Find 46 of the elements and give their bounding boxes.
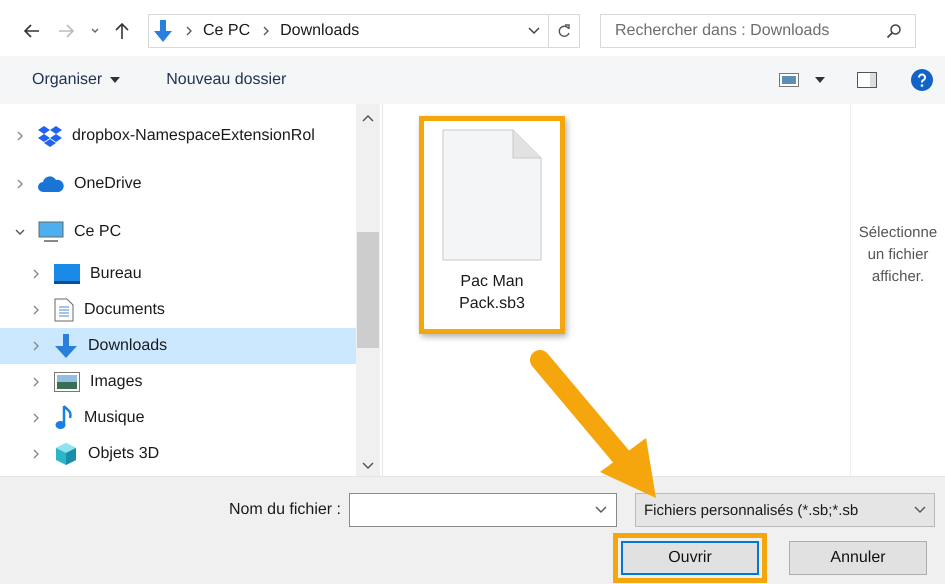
address-bar[interactable]: Ce PC Downloads xyxy=(148,14,580,48)
file-name-label: Nom du fichier : xyxy=(228,501,341,519)
download-arrow-icon xyxy=(54,333,78,359)
new-folder-button[interactable]: Nouveau dossier xyxy=(166,71,286,89)
chevron-down-icon xyxy=(914,506,926,514)
picture-icon xyxy=(54,372,80,392)
cube-icon xyxy=(54,442,78,466)
blank-file-icon xyxy=(442,129,542,261)
chevron-right-icon xyxy=(185,26,193,36)
preview-message: Sélectionne un fichier afficher. xyxy=(858,223,938,287)
scroll-up-icon[interactable] xyxy=(362,114,374,122)
breadcrumb[interactable]: Downloads xyxy=(280,22,360,40)
cloud-icon xyxy=(38,176,64,192)
computer-icon xyxy=(38,221,64,243)
tree-item[interactable]: Objets 3D xyxy=(0,436,356,472)
tree-item[interactable]: Bureau xyxy=(0,256,356,292)
scrollbar-thumb[interactable] xyxy=(357,232,379,348)
breadcrumb[interactable]: Ce PC xyxy=(203,22,250,40)
scroll-down-icon[interactable] xyxy=(362,462,374,470)
file-name-field[interactable] xyxy=(349,493,617,527)
tree-item[interactable]: Documents xyxy=(0,292,356,328)
file-item[interactable]: Pac Man Pack.sb3 xyxy=(428,125,556,325)
caret-icon[interactable] xyxy=(815,77,825,83)
desktop-icon xyxy=(54,264,80,284)
music-note-icon xyxy=(54,405,74,431)
help-icon[interactable] xyxy=(911,69,933,91)
document-icon xyxy=(54,298,74,322)
dialog-button[interactable]: Annuler xyxy=(789,541,927,575)
tree-item[interactable]: Images xyxy=(0,364,356,400)
download-arrow-icon xyxy=(153,19,173,43)
tree-item[interactable]: dropbox-NamespaceExtensionRol xyxy=(0,112,356,160)
organize-menu[interactable]: Organiser xyxy=(32,71,120,89)
chevron-down-icon[interactable] xyxy=(528,26,540,36)
tree-item[interactable]: OneDrive xyxy=(0,160,356,208)
tree-item[interactable]: Musique xyxy=(0,400,356,436)
search-field[interactable]: Rechercher dans : Downloads xyxy=(600,14,916,48)
dialog-button[interactable]: Ouvrir xyxy=(621,541,759,575)
file-type-dropdown[interactable]: Fichiers personnalisés (*.sb;*.sb xyxy=(635,493,935,527)
tree-item[interactable]: Downloads xyxy=(0,328,356,364)
refresh-icon xyxy=(556,23,572,39)
chevron-right-icon xyxy=(262,26,270,36)
dropbox-icon xyxy=(38,125,62,147)
tree-item[interactable]: Ce PC xyxy=(0,208,356,256)
caret-icon xyxy=(110,77,120,83)
preview-pane-icon[interactable] xyxy=(857,72,877,88)
view-icon[interactable] xyxy=(779,73,799,87)
